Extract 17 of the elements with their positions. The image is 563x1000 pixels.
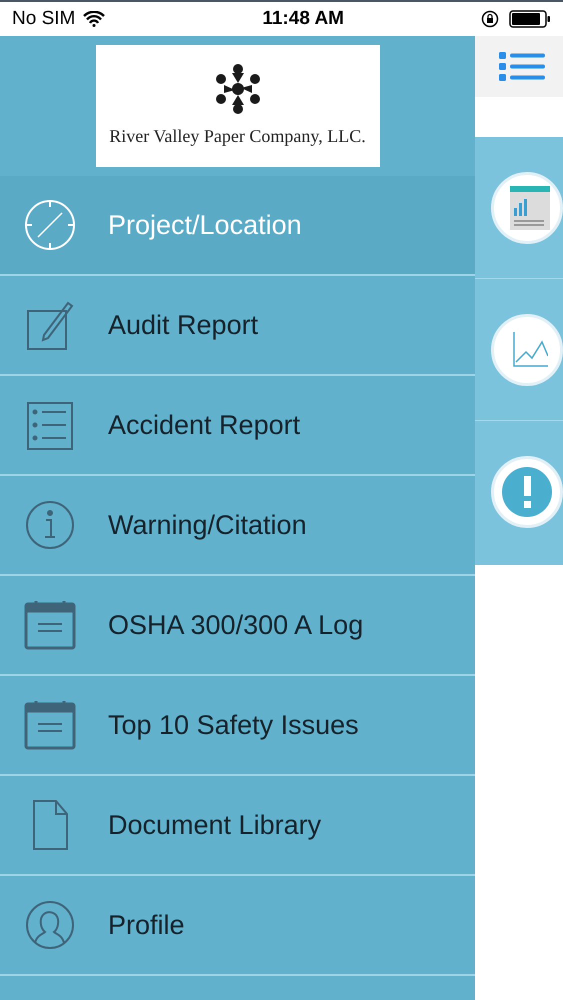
list-icon[interactable] <box>499 50 545 84</box>
line-graph-icon <box>512 330 548 370</box>
compass-icon <box>24 199 76 251</box>
rotation-lock-icon <box>481 10 499 28</box>
exclamation-icon <box>502 467 552 517</box>
calendar-icon <box>24 599 76 651</box>
info-icon <box>24 499 76 551</box>
wifi-icon <box>83 11 106 27</box>
carrier-label: No SIM <box>12 6 76 31</box>
edit-icon <box>24 299 76 351</box>
company-name: River Valley Paper Company, LLC. <box>109 124 366 148</box>
battery-icon <box>509 10 551 28</box>
user-icon <box>24 899 76 951</box>
clock: 11:48 AM <box>262 6 344 31</box>
report-chart-icon <box>510 186 550 230</box>
calendar-icon <box>24 699 76 751</box>
checklist-icon <box>24 399 76 451</box>
